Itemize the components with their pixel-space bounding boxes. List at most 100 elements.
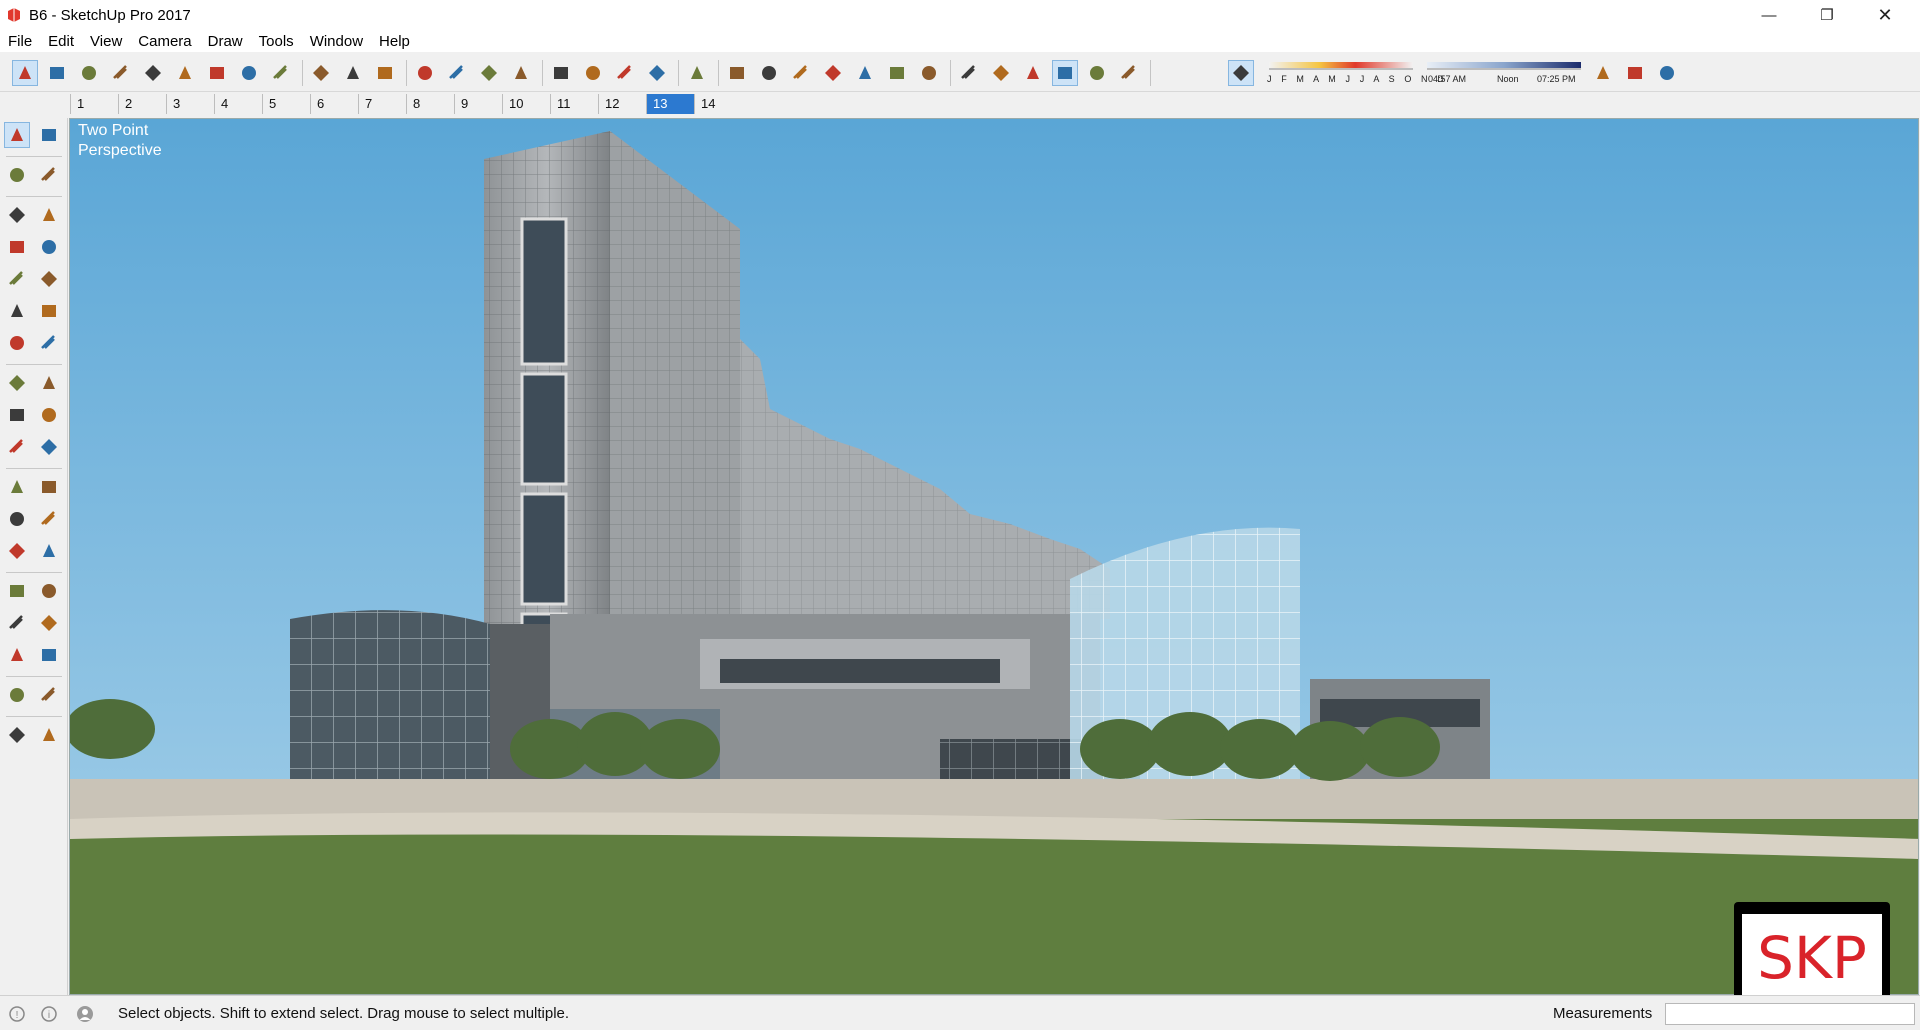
restore-icon[interactable]: ❐ [1798, 0, 1856, 30]
iso-view-icon[interactable] [724, 60, 750, 86]
rectangle-icon[interactable] [140, 60, 166, 86]
scene-tab-9[interactable]: 9 [454, 94, 502, 114]
user-account-icon[interactable] [76, 1005, 94, 1023]
scene-tab-5[interactable]: 5 [262, 94, 310, 114]
rectangle-icon[interactable] [4, 234, 30, 260]
menu-tools[interactable]: Tools [251, 33, 302, 50]
scene-tab-13[interactable]: 13 [646, 94, 694, 114]
text-icon[interactable] [372, 60, 398, 86]
arc-icon[interactable] [4, 298, 30, 324]
rotate-icon[interactable] [4, 402, 30, 428]
eraser-icon[interactable] [36, 162, 62, 188]
scene-tab-4[interactable]: 4 [214, 94, 262, 114]
menu-edit[interactable]: Edit [40, 33, 82, 50]
scene-tab-6[interactable]: 6 [310, 94, 358, 114]
tape-measure-icon[interactable] [340, 60, 366, 86]
eraser-icon[interactable] [44, 60, 70, 86]
close-icon[interactable]: ✕ [1856, 0, 1914, 30]
back-view-icon[interactable] [852, 60, 878, 86]
arc-icon[interactable] [108, 60, 134, 86]
menu-file[interactable]: File [0, 33, 40, 50]
scene-tab-1[interactable]: 1 [70, 94, 118, 114]
scene-tab-3[interactable]: 3 [166, 94, 214, 114]
scale-icon[interactable] [4, 434, 30, 460]
shaded-icon[interactable] [1052, 60, 1078, 86]
scene-tab-14[interactable]: 14 [694, 94, 742, 114]
minimize-icon[interactable]: — [1740, 0, 1798, 30]
rotate-icon[interactable] [268, 60, 294, 86]
walk-icon[interactable] [4, 722, 30, 748]
geo-location-icon[interactable]: ! [8, 1005, 26, 1023]
pie-icon[interactable] [36, 330, 62, 356]
circle-icon[interactable] [4, 266, 30, 292]
scene-tab-12[interactable]: 12 [598, 94, 646, 114]
scene-tab-11[interactable]: 11 [550, 94, 598, 114]
offset-icon[interactable] [36, 434, 62, 460]
zoom-icon[interactable] [4, 610, 30, 636]
shaded-textures-icon[interactable] [1084, 60, 1110, 86]
menu-view[interactable]: View [82, 33, 130, 50]
share-model-icon[interactable] [612, 60, 638, 86]
left-view-icon[interactable] [884, 60, 910, 86]
menu-help[interactable]: Help [371, 33, 418, 50]
zoom-icon[interactable] [508, 60, 534, 86]
monochrome-icon[interactable] [1116, 60, 1142, 86]
pencil-line-icon[interactable] [76, 60, 102, 86]
push-pull-icon[interactable] [172, 60, 198, 86]
measurements-input[interactable] [1665, 1003, 1915, 1025]
orbit-icon[interactable] [4, 578, 30, 604]
line-icon[interactable] [4, 202, 30, 228]
look-around-icon[interactable] [36, 682, 62, 708]
follow-me-icon[interactable] [36, 402, 62, 428]
shadows-toggle-icon[interactable] [1228, 60, 1254, 86]
zoom-extents-icon[interactable] [4, 642, 30, 668]
front-view-icon[interactable] [788, 60, 814, 86]
model-viewport[interactable] [69, 118, 1919, 995]
scene-tab-7[interactable]: 7 [358, 94, 406, 114]
move-icon[interactable] [4, 370, 30, 396]
xray-icon[interactable] [916, 60, 942, 86]
section-plane-icon[interactable] [36, 722, 62, 748]
zoom-window-icon[interactable] [36, 610, 62, 636]
hidden-line-icon[interactable] [1020, 60, 1046, 86]
3d-text-icon[interactable] [36, 538, 62, 564]
polygon-icon[interactable] [36, 266, 62, 292]
add-location-icon[interactable] [1590, 60, 1616, 86]
select-arrow-icon[interactable] [12, 60, 38, 86]
position-camera-icon[interactable] [4, 682, 30, 708]
orbit-icon[interactable] [444, 60, 470, 86]
credits-icon[interactable]: i [40, 1005, 58, 1023]
menu-draw[interactable]: Draw [200, 33, 251, 50]
dimension-icon[interactable] [36, 474, 62, 500]
move-icon[interactable] [236, 60, 262, 86]
toggle-terrain-icon[interactable] [1622, 60, 1648, 86]
menu-window[interactable]: Window [302, 33, 371, 50]
follow-me-icon[interactable] [204, 60, 230, 86]
axes-icon[interactable] [4, 538, 30, 564]
zoom-extents-icon[interactable] [548, 60, 574, 86]
rotated-rectangle-icon[interactable] [36, 234, 62, 260]
previous-view-icon[interactable] [36, 642, 62, 668]
pan-icon[interactable] [476, 60, 502, 86]
scene-tab-2[interactable]: 2 [118, 94, 166, 114]
scale-icon[interactable] [308, 60, 334, 86]
shadow-month-slider[interactable]: J F M A M J J A S O N D [1267, 60, 1444, 86]
push-pull-icon[interactable] [36, 370, 62, 396]
three-point-arc-icon[interactable] [4, 330, 30, 356]
text-icon[interactable] [36, 506, 62, 532]
scene-tab-8[interactable]: 8 [406, 94, 454, 114]
paint-bucket-icon[interactable] [412, 60, 438, 86]
right-view-icon[interactable] [820, 60, 846, 86]
freehand-icon[interactable] [36, 202, 62, 228]
pan-icon[interactable] [36, 578, 62, 604]
protractor-icon[interactable] [4, 506, 30, 532]
extension-warehouse-icon[interactable] [644, 60, 670, 86]
scene-tab-10[interactable]: 10 [502, 94, 550, 114]
wireframe-icon[interactable] [988, 60, 1014, 86]
tape-measure-icon[interactable] [4, 474, 30, 500]
top-view-icon[interactable] [756, 60, 782, 86]
paint-bucket-icon[interactable] [4, 162, 30, 188]
3d-warehouse-icon[interactable] [580, 60, 606, 86]
shadow-time-slider[interactable]: 04:57 AM Noon 07:25 PM [1425, 60, 1585, 86]
two-point-arc-icon[interactable] [36, 298, 62, 324]
